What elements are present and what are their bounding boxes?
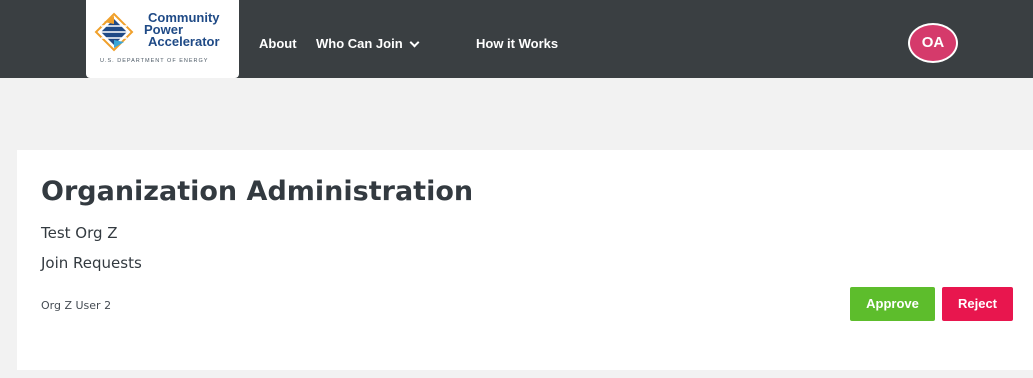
community-power-accelerator-logo[interactable]: Community Power Accelerator U.S. DEPARTM… [86, 0, 239, 78]
nav-how-it-works-label: How it Works [476, 36, 559, 51]
logo-text-accelerator: Accelerator [148, 34, 220, 49]
nav-about-label: About [259, 36, 297, 51]
top-nav-bar: Community Power Accelerator U.S. DEPARTM… [0, 0, 1033, 78]
cpa-logo-icon [94, 12, 134, 52]
chevron-down-icon [409, 37, 420, 48]
nav-who-can-join-label: Who Can Join [316, 36, 403, 51]
nav-dropdown-who-can-join[interactable]: Who Can Join [316, 36, 420, 51]
page-title: Organization Administration [41, 176, 474, 207]
join-requests-heading: Join Requests [41, 254, 142, 272]
reject-button[interactable]: Reject [942, 287, 1013, 321]
logo-subtitle: U.S. DEPARTMENT OF ENERGY [100, 58, 209, 64]
organization-admin-card: Organization Administration Test Org Z J… [17, 150, 1033, 370]
nav-link-about[interactable]: About [259, 36, 297, 51]
request-user-name: Org Z User 2 [41, 299, 112, 312]
approve-button[interactable]: Approve [850, 287, 935, 321]
nav-link-how-it-works[interactable]: How it Works [476, 36, 558, 51]
organization-name: Test Org Z [41, 224, 118, 242]
user-avatar[interactable]: OA [908, 23, 958, 63]
